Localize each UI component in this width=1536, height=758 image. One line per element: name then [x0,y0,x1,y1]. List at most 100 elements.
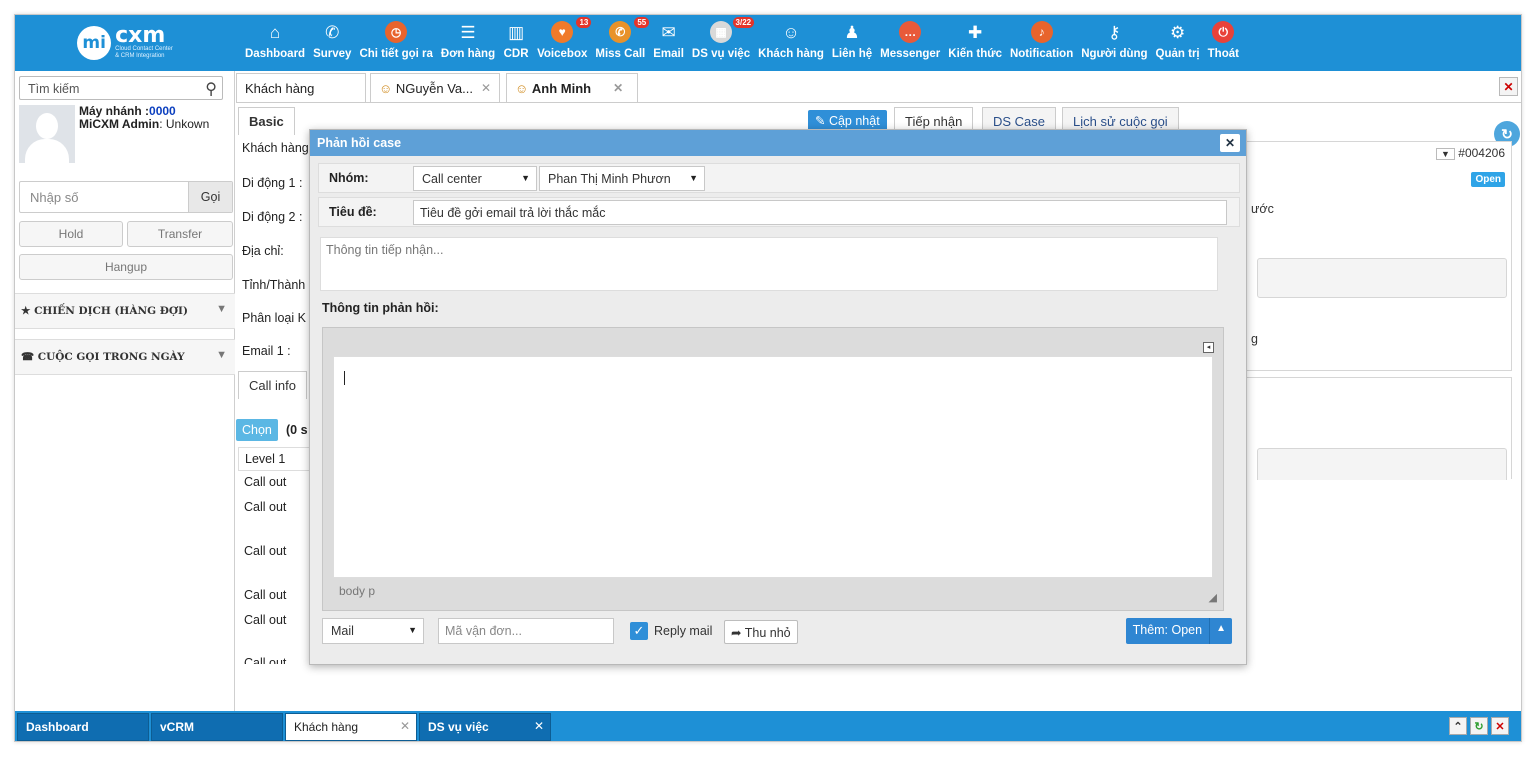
tab-label: Khách hàng [245,80,315,96]
bottom-tab-cases[interactable]: DS vụ việc ✕ [419,713,551,741]
list-item[interactable]: Call out [238,588,313,602]
list-item[interactable]: Call out [238,544,313,558]
province-label: Tỉnh/Thành [242,278,306,292]
list-item[interactable]: Call out [238,656,313,664]
tab-basic[interactable]: Basic [238,107,295,135]
nav-label: Thoát [1207,48,1239,60]
close-icon[interactable]: ✕ [1491,717,1509,735]
bottom-taskbar: Dashboard vCRM Khách hàng ✕ DS vụ việc ✕ ⌃… [15,711,1521,741]
transfer-button[interactable]: Transfer [127,221,233,247]
nav-label: DS vụ việc [691,48,751,60]
tracking-code-input[interactable]: Mã vận đơn... [438,618,614,644]
dial-number-input[interactable]: Nhập số Gọi [19,181,233,213]
nav-item-ds-vụ-việc[interactable]: ▦ 3/22 DS vụ việc [688,17,755,60]
campaign-queue-section[interactable]: ★ CHIẾN DỊCH (HÀNG ĐỢI) ▼ [15,293,235,329]
list-item[interactable]: Call out [238,613,313,627]
nav-label: Messenger [880,48,941,60]
editor-body[interactable] [333,356,1213,578]
call-button[interactable]: Gọi [188,182,232,212]
case-field[interactable] [1257,448,1507,480]
hold-button[interactable]: Hold [19,221,123,247]
nav-item-miss-call[interactable]: ✆ 55 Miss Call [591,17,650,60]
tab-call-info[interactable]: Call info [238,371,307,399]
channel-select[interactable]: Mail ▼ [322,618,424,644]
bottom-tab-dashboard[interactable]: Dashboard [17,713,149,741]
close-icon[interactable]: ✕ [534,719,544,733]
close-all-button[interactable]: ✕ [1499,77,1518,96]
tab-customer-anh-minh[interactable]: ☺ Anh Minh ✕ [506,73,638,102]
collapse-toolbar-icon[interactable]: ◂ [1203,342,1214,353]
nav-item-liên-hệ[interactable]: ♟ Liên hệ [828,19,876,61]
text-fragment: ước [1251,202,1274,216]
nav-item-đơn-hàng[interactable]: ☰ Đơn hàng [437,19,499,61]
logo-subtitle-2: & CRM Integration [115,53,165,59]
bottom-tab-vcrm[interactable]: vCRM [151,713,283,741]
caret-up-icon[interactable]: ▲ [1209,618,1232,644]
update-button[interactable]: ✎ Cập nhật [808,110,887,131]
close-icon[interactable]: ✕ [481,81,491,95]
minimize-button[interactable]: ➦ Thu nhỏ [724,620,798,644]
logo-subtitle: Cloud Contact Center [115,46,173,52]
choose-button[interactable]: Chọn [236,419,278,441]
bottom-tab-label: DS vụ việc [428,720,489,734]
subject-input[interactable]: Tiêu đề gởi email trả lời thắc mắc [413,200,1227,225]
share-icon: ➦ [731,626,745,640]
clock-icon: ◷ [383,19,409,45]
caret-down-icon[interactable]: ▼ [1436,148,1455,160]
customer-label: Khách hàng [242,141,309,155]
nav-item-người-dùng[interactable]: ⚷ Người dùng [1077,19,1151,61]
list-item[interactable]: Call out [238,500,313,514]
reply-mail-checkbox[interactable]: ✓ [630,622,648,640]
nav-item-chi-tiết-gọi-ra[interactable]: ◷ Chi tiết gọi ra [355,19,436,60]
nav-item-dashboard[interactable]: ⌂ Dashboard [241,19,309,61]
main-nav: ⌂ Dashboard ✆ Survey ◷ Chi tiết gọi ra ☰ Đơn hà… [241,17,1243,61]
extension-value: 0000 [149,104,176,118]
nav-item-voicebox[interactable]: ♥ 13 Voicebox [533,17,592,60]
search-icon[interactable]: ⚲ [205,79,217,99]
close-icon[interactable]: ✕ [613,81,623,95]
extension-label: Máy nhánh : [79,104,150,118]
top-navbar: mi cxm Cloud Contact Center & CRM Integr… [15,15,1521,71]
case-field[interactable] [1257,258,1507,298]
nav-item-notification[interactable]: ♪ Notification [1006,19,1077,60]
envelope-icon: ✉ [661,22,676,42]
search-input[interactable]: Tìm kiếm ⚲ [19,76,223,100]
hangup-button[interactable]: Hangup [19,254,233,280]
add-button[interactable]: Thêm: Open ▲ [1125,618,1232,644]
bottom-tab-customers[interactable]: Khách hàng ✕ [285,713,417,741]
refresh-icon[interactable]: ↻ [1470,717,1488,735]
receive-info-textarea[interactable]: Thông tin tiếp nhận... [320,237,1218,291]
close-icon[interactable]: ✕ [400,719,410,733]
tab-customer-nguyen[interactable]: ☺ NGuyễn Va... ✕ [370,73,500,102]
assignee-select[interactable]: Phan Thị Minh Phươn ▼ [539,166,705,191]
close-icon[interactable]: ✕ [1220,134,1240,152]
nav-item-kiến-thức[interactable]: ✚ Kiến thức [944,19,1006,61]
assignee-value: Phan Thị Minh Phươn [548,172,671,186]
daily-calls-section[interactable]: ☎ CUỘC GỌI TRONG NGÀY ▼ [15,339,235,375]
feedback-label: Thông tin phản hồi: [322,301,439,315]
update-label: Cập nhật [828,114,880,128]
messenger-icon: … [897,19,923,45]
dialog-footer: Mail ▼ Mã vận đơn... ✓ Reply mail ➦ Thu n… [322,618,1232,646]
channel-value: Mail [331,624,354,638]
app-window: mi cxm Cloud Contact Center & CRM Integr… [14,14,1522,742]
logo[interactable]: mi cxm Cloud Contact Center & CRM Integr… [15,15,235,71]
nav-item-cdr[interactable]: ▥ CDR [499,19,533,61]
add-button-label: Thêm: Open [1132,623,1203,637]
nav-item-khách-hàng[interactable]: ☺ Khách hàng [754,19,828,61]
list-item[interactable]: Call out [238,475,313,489]
nav-label: Miss Call [595,48,646,60]
nav-item-survey[interactable]: ✆ Survey [309,19,355,61]
case-id[interactable]: ▼ #004206 [1436,146,1505,160]
nav-item-quản-trị[interactable]: ⚙ Quản trị [1152,19,1204,61]
expand-up-icon[interactable]: ⌃ [1449,717,1467,735]
nav-label: Đơn hàng [440,48,496,60]
voicebox-icon: ♥ [549,19,575,45]
group-select[interactable]: Call center ▼ [413,166,537,191]
resize-grip-icon[interactable]: ◢ [1209,591,1217,604]
nav-item-thoát[interactable]: ⏻ Thoát [1204,19,1243,60]
tab-customers[interactable]: Khách hàng [236,73,366,102]
nav-item-email[interactable]: ✉ Email [649,19,688,61]
case-feedback-dialog: Phản hồi case ✕ Nhóm: Call center ▼ Phan … [309,129,1247,665]
nav-item-messenger[interactable]: … Messenger [876,19,944,60]
